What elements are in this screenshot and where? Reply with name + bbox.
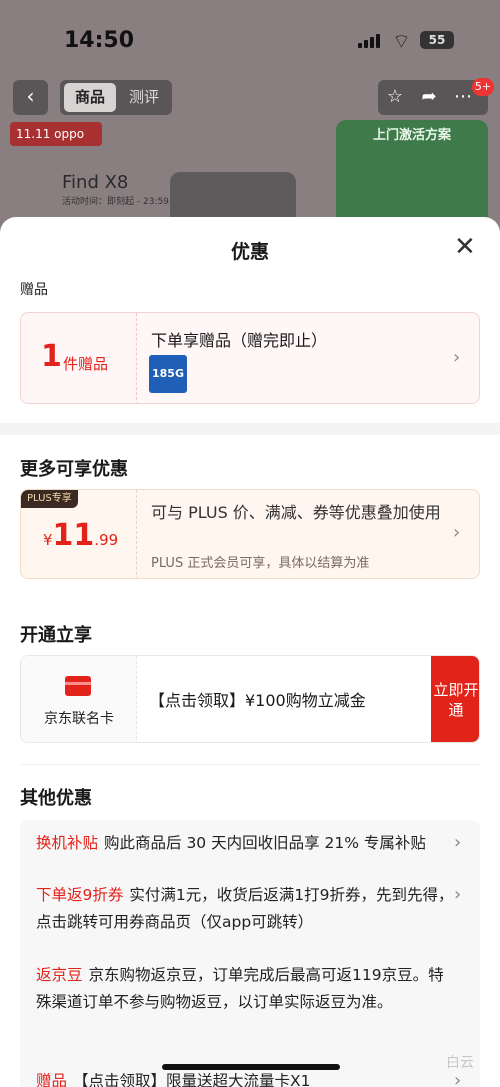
section-divider bbox=[0, 423, 500, 435]
wifi-icon: ⌔ bbox=[392, 29, 411, 53]
offer-tag: 赠品 bbox=[36, 1072, 68, 1087]
star-icon[interactable]: ☆ bbox=[378, 80, 412, 113]
gift-section-label: 赠品 bbox=[20, 282, 48, 298]
plus-tag: PLUS专享 bbox=[21, 490, 78, 508]
share-icon[interactable]: ➦ bbox=[412, 80, 446, 113]
watermark: 白云 bbox=[446, 1055, 474, 1071]
chevron-right-icon: › bbox=[454, 884, 462, 905]
sheet-header: 优惠 ✕ bbox=[0, 217, 500, 279]
jd-card-offer[interactable]: 京东联名卡 【点击领取】¥100购物立减金 立即开通 bbox=[20, 655, 480, 743]
signal-icon bbox=[358, 34, 384, 48]
product-subtitle: 活动时间：即刻起 - 23:59 bbox=[62, 197, 169, 207]
jd-card-area: 京东联名卡 bbox=[21, 656, 137, 742]
other-offers-title: 其他优惠 bbox=[20, 788, 92, 809]
close-icon[interactable]: ✕ bbox=[454, 233, 476, 261]
product-tabs: 商品 测评 bbox=[60, 80, 172, 115]
battery-icon: 55 bbox=[420, 31, 454, 49]
list-item[interactable]: 返京豆 京东购物返京豆，订单完成后最高可返119京豆。特殊渠道订单不参与购物返豆，… bbox=[36, 962, 456, 1016]
home-indicator bbox=[162, 1064, 340, 1070]
message-badge: 5+ bbox=[472, 78, 494, 96]
gift-title: 下单享赠品（赠完即止） bbox=[151, 331, 328, 350]
credit-card-icon bbox=[65, 676, 91, 696]
open-now-button[interactable]: 立即开通 bbox=[431, 656, 479, 742]
tab-review[interactable]: 测评 bbox=[120, 83, 168, 112]
chevron-left-icon: ‹ bbox=[26, 84, 35, 108]
sheet-title: 优惠 bbox=[230, 241, 269, 263]
gift-unit: 件赠品 bbox=[63, 355, 109, 373]
sim-card-icon: 185G bbox=[149, 355, 187, 393]
product-top-bar: ‹ 商品 测评 ☆ ➦ ⋯ 5+ bbox=[0, 78, 500, 120]
plus-offer-card[interactable]: PLUS专享 ¥11.99 可与 PLUS 价、满减、券等优惠叠加使用 PLUS… bbox=[20, 489, 480, 579]
side-banner-title: 上门激活方案 bbox=[372, 128, 451, 143]
chevron-right-icon: › bbox=[453, 347, 461, 368]
offer-tag: 下单返9折券 bbox=[36, 886, 124, 904]
jd-card-name: 京东联名卡 bbox=[44, 711, 114, 727]
price-decimal: .99 bbox=[94, 531, 119, 549]
more-offers-title: 更多可享优惠 bbox=[20, 459, 128, 480]
product-title: Find X8 bbox=[62, 172, 129, 193]
offer-tag: 返京豆 bbox=[36, 966, 83, 984]
offer-text: 京东购物返京豆，订单完成后最高可返119京豆。特殊渠道订单不参与购物返豆，以订单… bbox=[36, 966, 444, 1011]
open-offers-title: 开通立享 bbox=[20, 625, 92, 646]
status-time: 14:50 bbox=[64, 28, 135, 53]
chevron-right-icon: › bbox=[454, 1070, 462, 1087]
list-item[interactable]: 赠品 【点击领取】限量送超大流量卡X1 bbox=[36, 1068, 456, 1087]
plus-offer-note: PLUS 正式会员可享，具体以结算为准 bbox=[151, 556, 370, 571]
offer-text: 购此商品后 30 天内回收旧品享 21% 专属补贴 bbox=[104, 834, 426, 852]
section-divider bbox=[20, 764, 480, 765]
tab-product[interactable]: 商品 bbox=[64, 83, 116, 112]
plus-price-area: PLUS专享 ¥11.99 bbox=[21, 490, 137, 578]
discount-sheet: 优惠 ✕ 赠品 1 件赠品 下单享赠品（赠完即止） 185G › 更多可享优惠 … bbox=[0, 217, 500, 1087]
promo-logo: 11.11 oppo bbox=[10, 122, 102, 146]
plus-offer-text: 可与 PLUS 价、满减、券等优惠叠加使用 bbox=[151, 503, 441, 522]
offer-text: 【点击领取】限量送超大流量卡X1 bbox=[73, 1072, 311, 1087]
price-currency: ¥ bbox=[43, 531, 53, 549]
list-item[interactable]: 换机补贴 购此商品后 30 天内回收旧品享 21% 专属补贴 bbox=[36, 830, 456, 857]
other-offers-list: 换机补贴 购此商品后 30 天内回收旧品享 21% 专属补贴 › 下单返9折券 实付… bbox=[20, 820, 480, 1087]
chevron-right-icon: › bbox=[454, 832, 462, 853]
jd-card-text: 【点击领取】¥100购物立减金 bbox=[149, 691, 366, 710]
status-bar: 14:50 ⌔ 55 bbox=[0, 0, 500, 80]
gift-count: 1 bbox=[41, 339, 62, 374]
offer-tag: 换机补贴 bbox=[36, 834, 99, 852]
gift-card[interactable]: 1 件赠品 下单享赠品（赠完即止） 185G › bbox=[20, 312, 480, 404]
chevron-right-icon: › bbox=[453, 522, 461, 543]
list-item[interactable]: 下单返9折券 实付满1元，收货后返满1打9折券，先到先得，点击跳转可用券商品页（仅… bbox=[36, 882, 456, 936]
side-banner: 上门激活方案 bbox=[336, 120, 488, 230]
gift-count-area: 1 件赠品 bbox=[21, 313, 137, 403]
price-integer: 11 bbox=[52, 518, 95, 553]
back-button[interactable]: ‹ bbox=[13, 80, 48, 115]
plus-price: ¥11.99 bbox=[43, 518, 118, 553]
